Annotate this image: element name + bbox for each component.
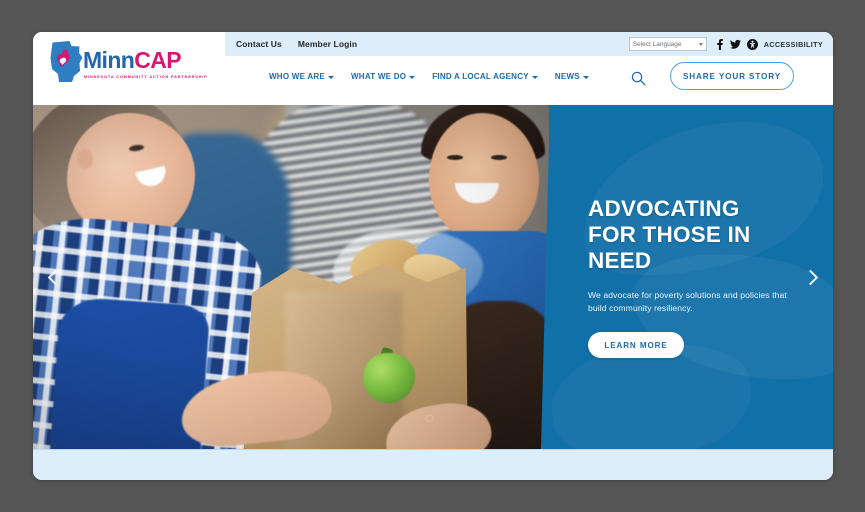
learn-more-button[interactable]: LEARN MORE <box>588 332 684 359</box>
chevron-down-icon <box>531 75 538 79</box>
minncap-logo-mark <box>46 40 86 83</box>
carousel-next-arrow-icon[interactable] <box>799 260 825 294</box>
nav-label: WHO WE ARE <box>269 72 325 81</box>
chevron-down-icon <box>582 75 589 79</box>
logo-word-cap: CAP <box>134 47 182 73</box>
hero-content: ADVOCATING FOR THOSE IN NEED We advocate… <box>541 105 833 449</box>
hero-subtitle: We advocate for poverty solutions and po… <box>588 289 787 314</box>
chevron-down-icon <box>327 75 334 79</box>
share-your-story-button[interactable]: SHARE YOUR STORY <box>670 62 794 90</box>
chevron-down-icon <box>698 42 703 46</box>
nav-item-who-we-are[interactable]: WHO WE ARE <box>269 72 334 81</box>
carousel-prev-arrow-icon[interactable] <box>41 260 67 294</box>
nav-item-news[interactable]: NEWS <box>555 72 589 81</box>
utility-bar-strip: Contact Us Member Login Select Language <box>225 32 833 56</box>
accessibility-label[interactable]: ACCESSIBILITY <box>764 40 823 49</box>
nav-item-what-we-do[interactable]: WHAT WE DO <box>350 72 416 81</box>
nav-label: NEWS <box>554 72 580 81</box>
contact-us-link[interactable]: Contact Us <box>236 39 282 49</box>
logo-word-minn: Minn <box>83 47 135 73</box>
hero-title: ADVOCATING FOR THOSE IN NEED <box>588 195 751 274</box>
language-select[interactable]: Select Language <box>628 37 707 51</box>
browser-window: Contact Us Member Login Select Language <box>33 32 833 480</box>
language-select-value: Select Language <box>632 40 682 48</box>
nav-label: FIND A LOCAL AGENCY <box>432 72 529 81</box>
member-login-link[interactable]: Member Login <box>298 39 357 49</box>
social-icon-group <box>716 38 758 50</box>
hero-carousel: ADVOCATING FOR THOSE IN NEED We advocate… <box>33 105 833 449</box>
nav-item-find-a-local-agency[interactable]: FIND A LOCAL AGENCY <box>432 72 538 81</box>
search-icon[interactable] <box>628 68 648 88</box>
page-bottom-strip <box>33 449 833 480</box>
site-header: MinnCAP MINNESOTA COMMUNITY ACTION PARTN… <box>33 41 833 105</box>
main-navigation: WHO WE ARE WHAT WE DO FIND A LOCAL AGENC… <box>269 72 589 81</box>
accessibility-circle-icon[interactable] <box>746 38 758 50</box>
minncap-wordmark: MinnCAP MINNESOTA COMMUNITY ACTION PARTN… <box>83 49 208 80</box>
nav-label: WHAT WE DO <box>350 72 407 81</box>
logo-tagline: MINNESOTA COMMUNITY ACTION PARTNERSHIP <box>84 74 208 79</box>
hero-photo <box>33 105 549 449</box>
site-logo[interactable]: MinnCAP MINNESOTA COMMUNITY ACTION PARTN… <box>46 40 208 83</box>
chevron-down-icon <box>409 75 416 79</box>
twitter-icon[interactable] <box>729 39 741 50</box>
chevron-left-icon <box>47 269 64 285</box>
photo-vignette <box>33 105 549 449</box>
chevron-right-icon <box>802 269 819 285</box>
logo-wordmark-text: MinnCAP <box>83 49 208 72</box>
facebook-icon[interactable] <box>716 38 724 50</box>
